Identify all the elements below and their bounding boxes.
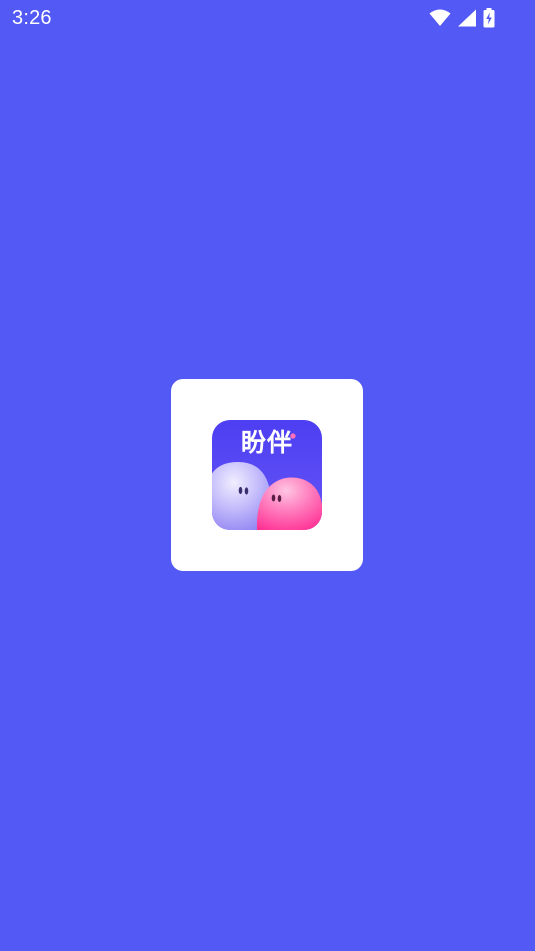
cellular-signal-icon [457, 9, 477, 27]
app-logo-icon: 盼伴 [212, 420, 322, 530]
battery-charging-icon [483, 8, 495, 28]
status-bar: 3:26 [0, 0, 535, 38]
status-icons [429, 7, 495, 29]
wifi-icon [429, 9, 451, 27]
status-time: 3:26 [12, 7, 52, 29]
splash-card: 盼伴 [171, 379, 363, 571]
app-logo-text: 盼伴 [240, 428, 293, 457]
